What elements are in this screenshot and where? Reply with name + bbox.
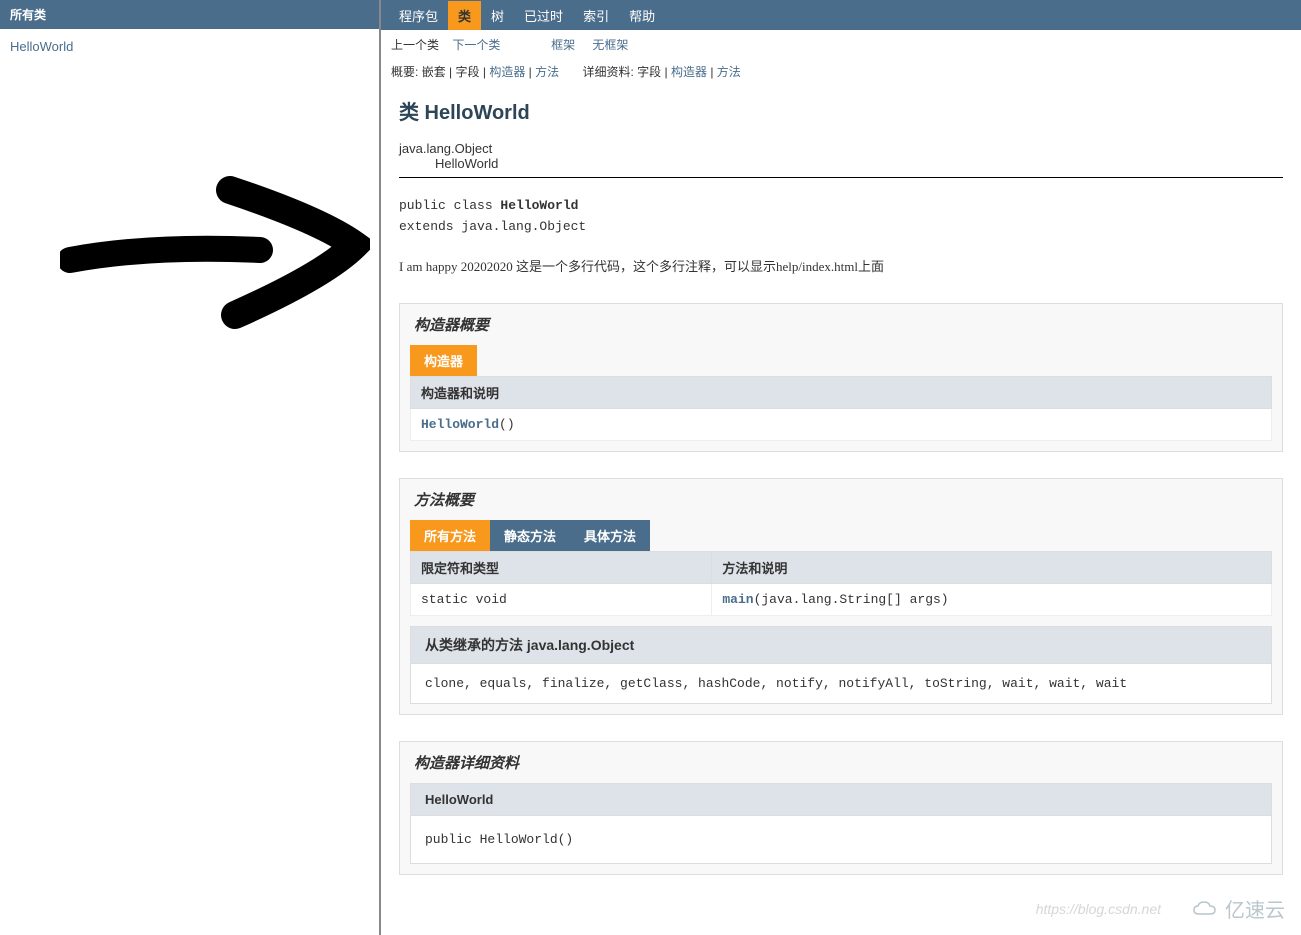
nav-deprecated[interactable]: 已过时	[514, 1, 573, 30]
summary-label: 概要:	[391, 65, 418, 79]
prev-class: 上一个类	[391, 38, 439, 52]
divider	[399, 177, 1283, 178]
nav-index[interactable]: 索引	[573, 1, 619, 30]
noframes-link[interactable]: 无框架	[592, 38, 628, 52]
cloud-icon	[1191, 899, 1219, 919]
method-th-modifier: 限定符和类型	[411, 551, 712, 583]
inherit-self: HelloWorld	[399, 156, 1283, 171]
detail-label: 详细资料:	[582, 65, 633, 79]
table-row: static void main(java.lang.String[] args…	[411, 583, 1272, 615]
sub-nav: 上一个类 下一个类 框架 无框架	[381, 30, 1301, 59]
next-class-link[interactable]: 下一个类	[452, 38, 500, 52]
frames-link[interactable]: 框架	[551, 38, 575, 52]
summary-line: 概要: 嵌套 | 字段 | 构造器 | 方法 详细资料: 字段 | 构造器 | …	[381, 59, 1301, 84]
all-classes-header: 所有类	[0, 0, 379, 29]
constructor-table: 构造器和说明 HelloWorld()	[410, 376, 1272, 441]
method-summary-block: 方法概要 所有方法静态方法具体方法 限定符和类型 方法和说明 static vo…	[399, 478, 1283, 715]
nav-help[interactable]: 帮助	[619, 1, 665, 30]
detail-method-link[interactable]: 方法	[717, 65, 741, 79]
class-description: I am happy 20202020 这是一个多行代码，这个多行注释，可以显示…	[399, 256, 1283, 275]
tab-constructors: 构造器	[410, 345, 477, 376]
summary-field: 字段	[456, 65, 480, 79]
constructor-th: 构造器和说明	[411, 376, 1272, 408]
tab-all-methods[interactable]: 所有方法	[410, 520, 490, 551]
annotation-arrow	[60, 170, 370, 330]
right-panel: 程序包 类 树 已过时 索引 帮助 上一个类 下一个类 框架 无框架 概要: 嵌…	[381, 0, 1301, 935]
summary-nested: 嵌套	[422, 65, 446, 79]
nav-class[interactable]: 类	[448, 1, 481, 30]
constructor-link[interactable]: HelloWorld	[421, 417, 499, 432]
tab-static-methods[interactable]: 静态方法	[490, 520, 570, 551]
table-row: HelloWorld()	[411, 408, 1272, 440]
constructor-detail-block: 构造器详细资料 HelloWorld public HelloWorld()	[399, 741, 1283, 875]
method-table: 限定符和类型 方法和说明 static void main(java.lang.…	[410, 551, 1272, 616]
detail-field: 字段	[637, 65, 661, 79]
detail-constr-link[interactable]: 构造器	[671, 65, 707, 79]
left-panel: 所有类 HelloWorld	[0, 0, 381, 935]
constructor-detail-title: 构造器详细资料	[400, 742, 1282, 783]
class-declaration: public class HelloWorld extends java.lan…	[399, 196, 1283, 238]
tab-concrete-methods[interactable]: 具体方法	[570, 520, 650, 551]
nav-package[interactable]: 程序包	[389, 1, 448, 30]
summary-constr-link[interactable]: 构造器	[489, 65, 525, 79]
method-summary-title: 方法概要	[400, 479, 1282, 520]
watermark-url: https://blog.csdn.net	[1036, 901, 1161, 917]
inherited-methods-header: 从类继承的方法 java.lang.Object	[410, 626, 1272, 663]
constructor-summary-title: 构造器概要	[400, 304, 1282, 345]
page-title: 类 HelloWorld	[399, 96, 1283, 125]
nav-tree[interactable]: 树	[481, 1, 514, 30]
top-nav: 程序包 类 树 已过时 索引 帮助	[381, 0, 1301, 30]
constructor-detail-name: HelloWorld	[410, 783, 1272, 815]
method-link-main[interactable]: main	[722, 592, 753, 607]
watermark-brand: 亿速云	[1191, 894, 1285, 923]
method-modifier: static void	[411, 583, 712, 615]
method-th-desc: 方法和说明	[712, 551, 1272, 583]
inheritance-tree: java.lang.Object HelloWorld	[399, 141, 1283, 171]
class-link-helloworld[interactable]: HelloWorld	[10, 39, 73, 54]
summary-method-link[interactable]: 方法	[535, 65, 559, 79]
constructor-detail-sig: public HelloWorld()	[410, 815, 1272, 864]
constructor-summary-block: 构造器概要 构造器 构造器和说明 HelloWorld()	[399, 303, 1283, 452]
inherit-object: java.lang.Object	[399, 141, 1283, 156]
inherited-methods-list: clone, equals, finalize, getClass, hashC…	[410, 663, 1272, 704]
